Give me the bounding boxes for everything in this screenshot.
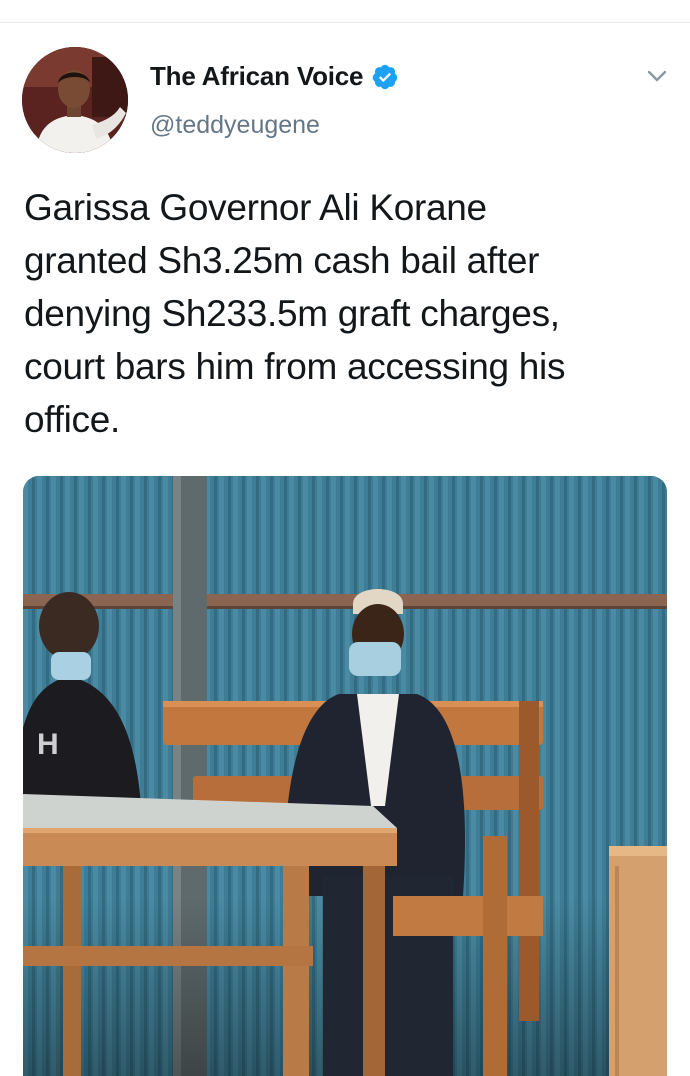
avatar[interactable] xyxy=(22,47,128,153)
tweet-card[interactable]: The African Voice @teddyeugene Garissa G… xyxy=(0,23,690,1076)
shirt-logo: H xyxy=(37,728,59,761)
author-name-row[interactable]: The African Voice xyxy=(150,61,399,92)
verified-badge-icon xyxy=(371,63,399,91)
tweet-photo[interactable]: H xyxy=(23,476,667,1076)
author-handle[interactable]: @teddyeugene xyxy=(150,111,320,140)
tweet-text: Garissa Governor Ali Korane granted Sh3.… xyxy=(24,187,566,440)
author-name[interactable]: The African Voice xyxy=(150,61,364,92)
chevron-down-icon[interactable] xyxy=(646,65,668,87)
